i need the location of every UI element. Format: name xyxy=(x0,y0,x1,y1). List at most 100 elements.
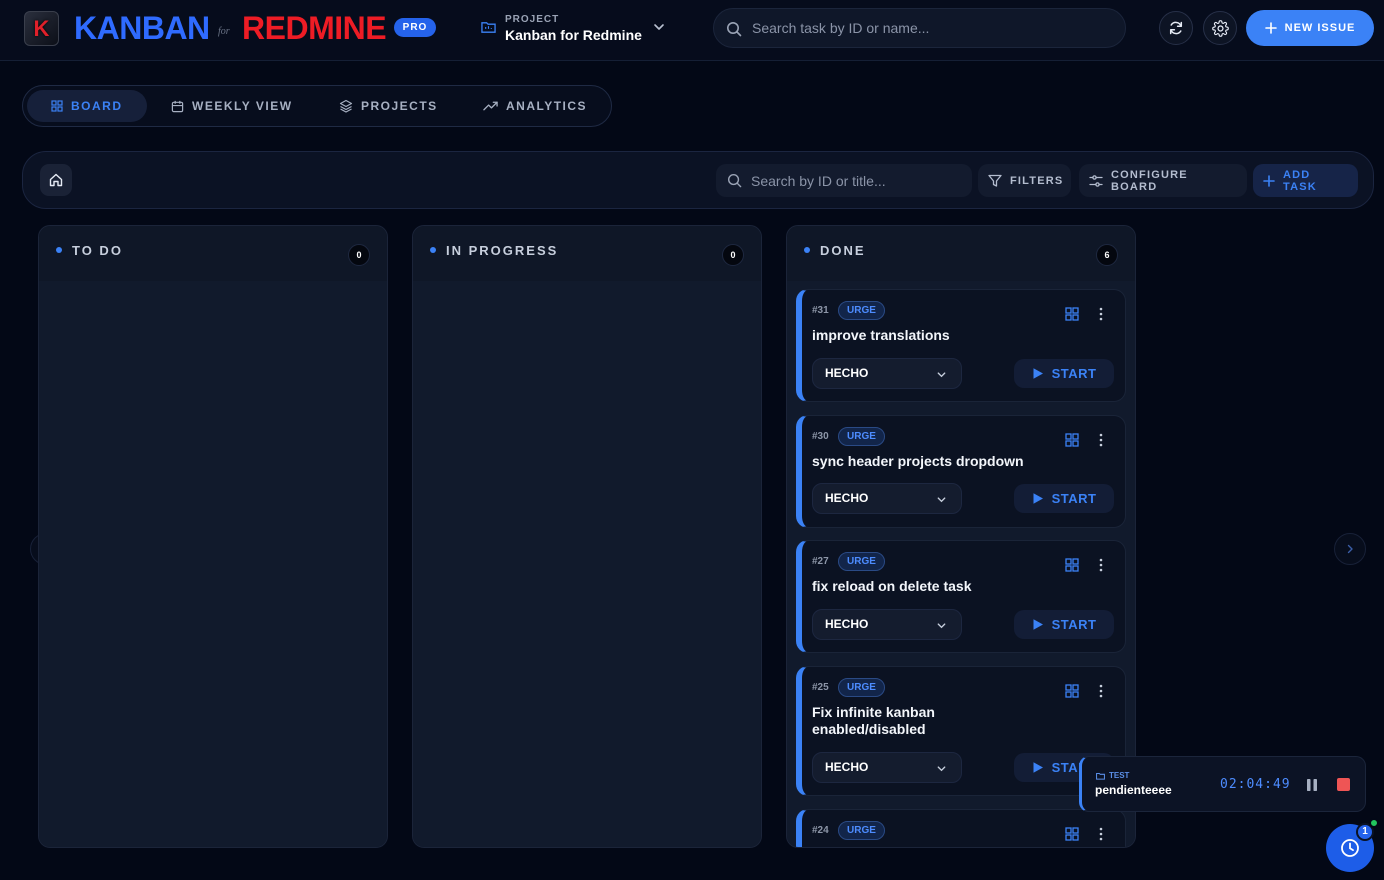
tab-board[interactable]: BOARD xyxy=(27,90,147,122)
grid-icon[interactable] xyxy=(1065,558,1079,572)
project-selector-label: PROJECT xyxy=(505,14,560,25)
column-title: TO DO xyxy=(72,243,123,258)
pro-badge: PRO xyxy=(394,18,436,37)
chevron-down-icon xyxy=(936,620,947,631)
task-card[interactable]: #31 URGE improve translations HECHO STAR… xyxy=(796,289,1126,402)
tab-analytics[interactable]: ANALYTICS xyxy=(459,90,609,122)
column-dot xyxy=(430,247,436,253)
stop-icon[interactable] xyxy=(1337,778,1350,791)
task-card[interactable]: #30 URGE sync header projects dropdown H… xyxy=(796,415,1126,528)
more-vertical-icon[interactable] xyxy=(1099,433,1103,447)
status-value: HECHO xyxy=(825,617,869,631)
column-count-badge: 0 xyxy=(348,244,370,266)
new-issue-label: NEW ISSUE xyxy=(1284,22,1356,34)
column-drop-area[interactable] xyxy=(413,281,761,847)
filter-icon xyxy=(988,174,1002,188)
view-tabs: BOARD WEEKLY VIEW PROJECTS ANALYTICS xyxy=(22,85,612,127)
status-select[interactable]: HECHO xyxy=(812,752,962,783)
add-task-label: ADD TASK xyxy=(1283,168,1317,193)
task-id: #24 xyxy=(812,825,829,836)
start-label: START xyxy=(1051,617,1097,632)
status-select[interactable]: HECHO xyxy=(812,358,962,389)
trending-up-icon xyxy=(483,100,498,112)
tab-weekly-view[interactable]: WEEKLY VIEW xyxy=(147,90,313,122)
chevron-down-icon xyxy=(936,763,947,774)
brand-name-kanban: KANBAN xyxy=(74,10,210,46)
priority-badge: URGE xyxy=(838,301,885,320)
status-value: HECHO xyxy=(825,760,869,774)
task-title: improve translations xyxy=(812,327,950,343)
more-vertical-icon[interactable] xyxy=(1099,307,1103,321)
chevron-down-icon xyxy=(936,494,947,505)
column-done: DONE 6 #31 URGE improve translations HEC… xyxy=(786,225,1136,848)
home-button[interactable] xyxy=(40,164,72,196)
board-search-input[interactable] xyxy=(751,164,966,197)
project-selector[interactable]: Kanban for Redmine xyxy=(505,27,642,43)
filters-button[interactable]: FILTERS xyxy=(978,164,1071,197)
search-icon xyxy=(727,173,742,188)
configure-board-label: CONFIGURE BOARD xyxy=(1111,168,1188,193)
tab-projects[interactable]: PROJECTS xyxy=(315,90,455,122)
column-title: DONE xyxy=(820,243,866,258)
task-card[interactable]: #27 URGE fix reload on delete task HECHO… xyxy=(796,540,1126,653)
priority-badge: URGE xyxy=(838,552,885,571)
gear-icon xyxy=(1211,19,1229,37)
timer-task-name: pendienteeee xyxy=(1095,783,1172,797)
start-timer-button[interactable]: START xyxy=(1014,484,1114,513)
tab-label: BOARD xyxy=(71,99,123,113)
folder-icon xyxy=(1096,772,1105,780)
start-timer-button[interactable]: START xyxy=(1014,359,1114,388)
status-select[interactable]: HECHO xyxy=(812,483,962,514)
more-vertical-icon[interactable] xyxy=(1099,827,1103,841)
clock-icon xyxy=(1340,838,1360,858)
board-toolbar: FILTERS CONFIGURE BOARD ADD TASK xyxy=(22,151,1374,209)
scroll-right-button[interactable] xyxy=(1334,533,1366,565)
active-timer-widget[interactable]: TEST pendienteeee 02:04:49 xyxy=(1079,756,1366,812)
brand-connector: for xyxy=(218,26,230,37)
start-timer-button[interactable]: START xyxy=(1014,610,1114,639)
layers-icon xyxy=(339,99,353,113)
task-card[interactable]: #25 URGE Fix infinite kanban enabled/dis… xyxy=(796,666,1126,796)
refresh-icon xyxy=(1168,20,1184,36)
column-header: IN PROGRESS 0 xyxy=(413,226,761,281)
online-indicator xyxy=(1369,818,1379,828)
plus-icon xyxy=(1264,22,1277,34)
grid-icon[interactable] xyxy=(1065,684,1079,698)
grid-icon[interactable] xyxy=(1065,307,1079,321)
grid-icon[interactable] xyxy=(1065,433,1079,447)
timer-project: TEST xyxy=(1096,771,1129,780)
status-select[interactable]: HECHO xyxy=(812,609,962,640)
more-vertical-icon[interactable] xyxy=(1099,684,1103,698)
app-logo[interactable]: K xyxy=(24,11,59,46)
column-header: TO DO 0 xyxy=(39,226,387,281)
add-task-button[interactable]: ADD TASK xyxy=(1253,164,1358,197)
global-search-input[interactable] xyxy=(752,9,1112,47)
column-in-progress: IN PROGRESS 0 xyxy=(412,225,762,848)
column-header: DONE 6 xyxy=(787,226,1135,281)
pause-icon[interactable] xyxy=(1306,778,1318,792)
chevron-down-icon xyxy=(936,369,947,380)
new-issue-button[interactable]: NEW ISSUE xyxy=(1246,10,1374,46)
column-count-badge: 6 xyxy=(1096,244,1118,266)
tab-label: PROJECTS xyxy=(361,99,438,113)
chevron-down-icon[interactable] xyxy=(652,20,666,34)
grid-icon xyxy=(51,100,63,112)
plus-icon xyxy=(1263,174,1275,187)
play-icon xyxy=(1032,761,1044,774)
column-title: IN PROGRESS xyxy=(446,243,559,258)
chevron-right-icon xyxy=(1345,544,1355,554)
column-drop-area[interactable] xyxy=(39,281,387,847)
configure-board-button[interactable]: CONFIGURE BOARD xyxy=(1079,164,1247,197)
status-value: HECHO xyxy=(825,366,869,380)
timer-elapsed: 02:04:49 xyxy=(1220,777,1291,792)
play-icon xyxy=(1032,492,1044,505)
task-card[interactable]: #24 URGE xyxy=(796,809,1126,847)
task-title: fix reload on delete task xyxy=(812,578,972,594)
grid-icon[interactable] xyxy=(1065,827,1079,841)
settings-button[interactable] xyxy=(1203,11,1237,45)
refresh-button[interactable] xyxy=(1159,11,1193,45)
status-value: HECHO xyxy=(825,491,869,505)
column-todo: TO DO 0 xyxy=(38,225,388,848)
more-vertical-icon[interactable] xyxy=(1099,558,1103,572)
task-title: sync header projects dropdown xyxy=(812,453,1024,469)
